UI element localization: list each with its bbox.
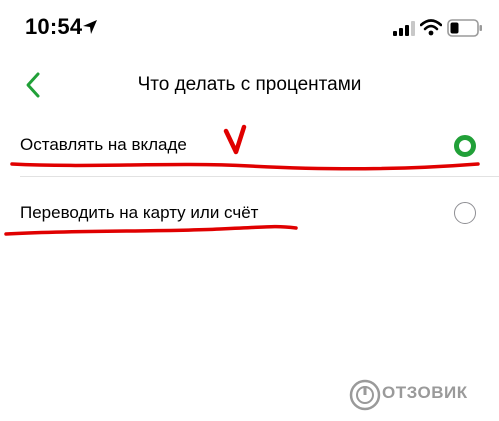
option-label: Оставлять на вкладе — [20, 135, 187, 154]
option-transfer-to-card[interactable]: Переводить на карту или счёт — [0, 186, 499, 242]
status-bar: 10:54 — [0, 0, 499, 60]
radio-unselected-icon[interactable] — [454, 202, 476, 224]
wifi-icon — [420, 19, 442, 36]
signal-icon — [393, 21, 415, 36]
watermark-text: ОТЗОВИК — [382, 383, 468, 402]
radio-selected-icon[interactable] — [454, 135, 476, 157]
location-arrow-icon — [83, 20, 97, 34]
status-time: 10:54 — [25, 14, 83, 39]
watermark-circle-icon — [349, 379, 381, 411]
navigation-bar: Что делать с процентами — [0, 60, 499, 112]
page-title: Что делать с процентами — [137, 74, 362, 95]
divider — [20, 176, 499, 177]
option-keep-on-deposit[interactable]: Оставлять на вкладе — [0, 118, 499, 174]
battery-icon — [447, 19, 482, 37]
option-label: Переводить на карту или счёт — [20, 203, 259, 222]
watermark-logo: ОТЗОВИК — [348, 377, 488, 413]
